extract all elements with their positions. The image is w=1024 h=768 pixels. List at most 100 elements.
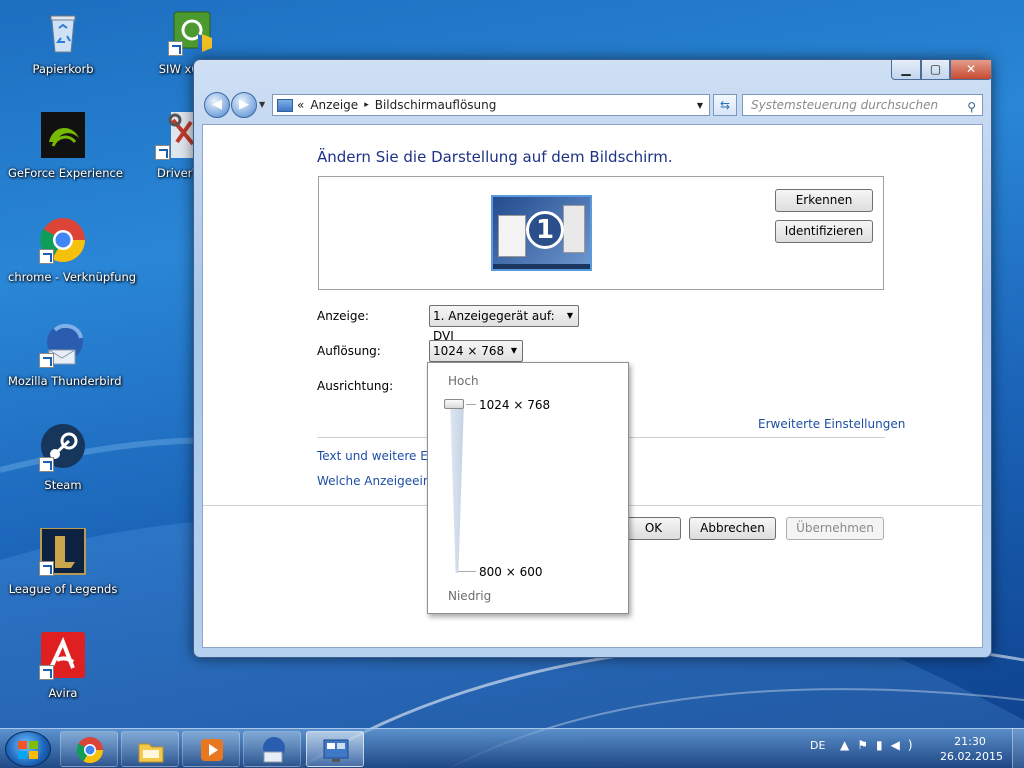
search-icon[interactable]: ⚲ xyxy=(967,97,976,117)
shortcut-arrow-icon xyxy=(155,145,170,160)
chrome-icon xyxy=(76,737,104,764)
steam-icon xyxy=(39,424,87,472)
network-icon[interactable]: ▮ xyxy=(876,738,891,752)
shortcut-arrow-icon xyxy=(39,353,54,368)
taskbar-control-panel[interactable] xyxy=(306,731,364,767)
league-of-legends-icon xyxy=(39,527,87,576)
address-bar[interactable]: « Anzeige ▸ Bildschirmauflösung ▼ xyxy=(272,94,710,116)
back-button[interactable]: ◀ xyxy=(204,92,230,118)
clock-time: 21:30 xyxy=(954,735,986,748)
language-indicator[interactable]: DE xyxy=(810,739,825,752)
breadcrumb-separator-icon[interactable]: ▸ xyxy=(364,100,369,110)
search-input[interactable]: Systemsteuerung durchsuchen ⚲ xyxy=(742,94,983,116)
advanced-settings-link[interactable]: Erweiterte Einstellungen xyxy=(758,417,905,431)
desktop-icon-label: Avira xyxy=(48,686,78,700)
address-dropdown-icon[interactable]: ▼ xyxy=(697,101,703,110)
siw-app-icon xyxy=(168,8,216,56)
orientation-label: Ausrichtung: xyxy=(317,379,394,393)
shortcut-arrow-icon xyxy=(39,665,54,680)
taskbar-explorer[interactable] xyxy=(121,731,179,767)
slider-low-label: Niedrig xyxy=(448,589,492,603)
desktop-icon-recycle-bin[interactable]: Papierkorb xyxy=(8,8,118,76)
desktop-icon-steam[interactable]: Steam xyxy=(8,424,118,492)
show-desktop-button[interactable] xyxy=(1012,728,1024,768)
display-select[interactable]: 1. Anzeigegerät auf: DVI ▼ xyxy=(429,305,579,343)
recent-pages-dropdown[interactable]: ▼ xyxy=(259,100,265,109)
search-placeholder: Systemsteuerung durchsuchen xyxy=(751,98,939,112)
shortcut-arrow-icon xyxy=(39,249,54,264)
media-player-icon xyxy=(201,739,223,761)
desktop-icon-avira[interactable]: Avira xyxy=(8,632,118,700)
desktop-icon-drivert[interactable]: DriverT xyxy=(137,112,203,180)
thunderbird-icon xyxy=(263,737,285,763)
shortcut-arrow-icon xyxy=(168,41,183,56)
resolution-select-value: 1024 × 768 xyxy=(433,344,505,358)
resolution-label: Auflösung: xyxy=(317,344,381,358)
ok-button[interactable]: OK xyxy=(626,517,681,540)
clock-date: 26.02.2015 xyxy=(940,750,1003,763)
control-panel-icon xyxy=(323,739,349,762)
volume-icon[interactable]: ◀) xyxy=(891,738,921,752)
chevron-down-icon: ▼ xyxy=(510,346,517,355)
minimize-button[interactable]: ▁ xyxy=(891,60,921,80)
desktop-icon-label: Steam xyxy=(44,478,82,492)
desktop-icon-chrome[interactable]: chrome - Verknüpfung xyxy=(8,216,137,284)
resolution-slider-track[interactable] xyxy=(450,401,464,573)
chevron-down-icon: ▼ xyxy=(259,100,266,109)
refresh-button[interactable]: ⇆ xyxy=(713,94,737,116)
desktop-icon-thunderbird[interactable]: Mozilla Thunderbird xyxy=(8,320,122,388)
desktop-icon-league-of-legends[interactable]: League of Legends xyxy=(8,527,118,596)
folder-icon xyxy=(138,743,164,763)
notification-area: ▲⚑▮◀) xyxy=(840,738,921,752)
taskbar-media-player[interactable] xyxy=(182,731,240,767)
show-hidden-icons-icon[interactable]: ▲ xyxy=(840,738,857,752)
system-clock[interactable]: 21:30 26.02.2015 xyxy=(940,734,1003,764)
identify-button[interactable]: Identifizieren xyxy=(775,220,873,243)
avira-icon xyxy=(39,632,87,680)
recycle-bin-icon xyxy=(39,8,87,56)
resolution-slider-popup: Hoch 1024 × 768 800 × 600 Niedrig xyxy=(427,362,629,614)
breadcrumb-item-resolution[interactable]: Bildschirmauflösung xyxy=(375,98,497,112)
breadcrumb-overflow[interactable]: « xyxy=(297,98,304,112)
arrow-right-icon: ▶ xyxy=(239,97,249,112)
cancel-button[interactable]: Abbrechen xyxy=(689,517,776,540)
start-button[interactable] xyxy=(5,731,51,767)
display-settings-help-link[interactable]: Welche Anzeigeeinst xyxy=(317,474,441,488)
resolution-select[interactable]: 1024 × 768 ▼ xyxy=(429,340,523,362)
desktop-icon-label: Mozilla Thunderbird xyxy=(8,374,122,388)
slider-max-value: 1024 × 768 xyxy=(479,398,551,412)
arrow-left-icon: ◀ xyxy=(212,97,222,112)
page-title: Ändern Sie die Darstellung auf dem Bilds… xyxy=(317,148,673,166)
monitor-1-icon[interactable]: 1 xyxy=(491,195,592,271)
breadcrumb-item-anzeige[interactable]: Anzeige xyxy=(310,98,358,112)
taskbar-chrome[interactable] xyxy=(60,731,118,767)
apply-button[interactable]: Übernehmen xyxy=(786,517,884,540)
windows-logo-icon xyxy=(18,741,38,759)
chevron-down-icon: ▼ xyxy=(566,311,573,320)
taskbar-thunderbird[interactable] xyxy=(243,731,301,767)
desktop-icon-label: chrome - Verknüpfung xyxy=(8,270,137,284)
chrome-icon xyxy=(39,216,87,264)
desktop-icon-label: Papierkorb xyxy=(32,62,94,76)
display-select-value: 1. Anzeigegerät auf: DVI xyxy=(433,309,555,343)
maximize-button[interactable]: ▢ xyxy=(921,60,950,80)
desktop-icon-geforce[interactable]: GeForce Experience xyxy=(8,112,123,180)
desktop-icon-label: GeForce Experience xyxy=(8,166,123,180)
refresh-icon: ⇆ xyxy=(719,98,731,112)
action-center-flag-icon[interactable]: ⚑ xyxy=(857,738,876,752)
resolution-slider-thumb[interactable] xyxy=(444,399,464,409)
close-button[interactable]: ✕ xyxy=(950,60,992,80)
thunderbird-icon xyxy=(39,320,87,368)
monitor-number: 1 xyxy=(526,211,564,249)
control-panel-icon xyxy=(277,98,293,112)
display-label: Anzeige: xyxy=(317,309,369,323)
desktop-icon-label: DriverT xyxy=(157,166,200,180)
forward-button[interactable]: ▶ xyxy=(231,92,257,118)
slider-high-label: Hoch xyxy=(448,374,479,388)
detect-button[interactable]: Erkennen xyxy=(775,189,873,212)
monitor-arrangement-panel: 1 Erkennen Identifizieren xyxy=(318,176,884,290)
slider-min-value: 800 × 600 xyxy=(479,565,543,579)
shortcut-arrow-icon xyxy=(39,457,54,472)
geforce-icon xyxy=(39,112,87,160)
shortcut-arrow-icon xyxy=(39,561,54,576)
